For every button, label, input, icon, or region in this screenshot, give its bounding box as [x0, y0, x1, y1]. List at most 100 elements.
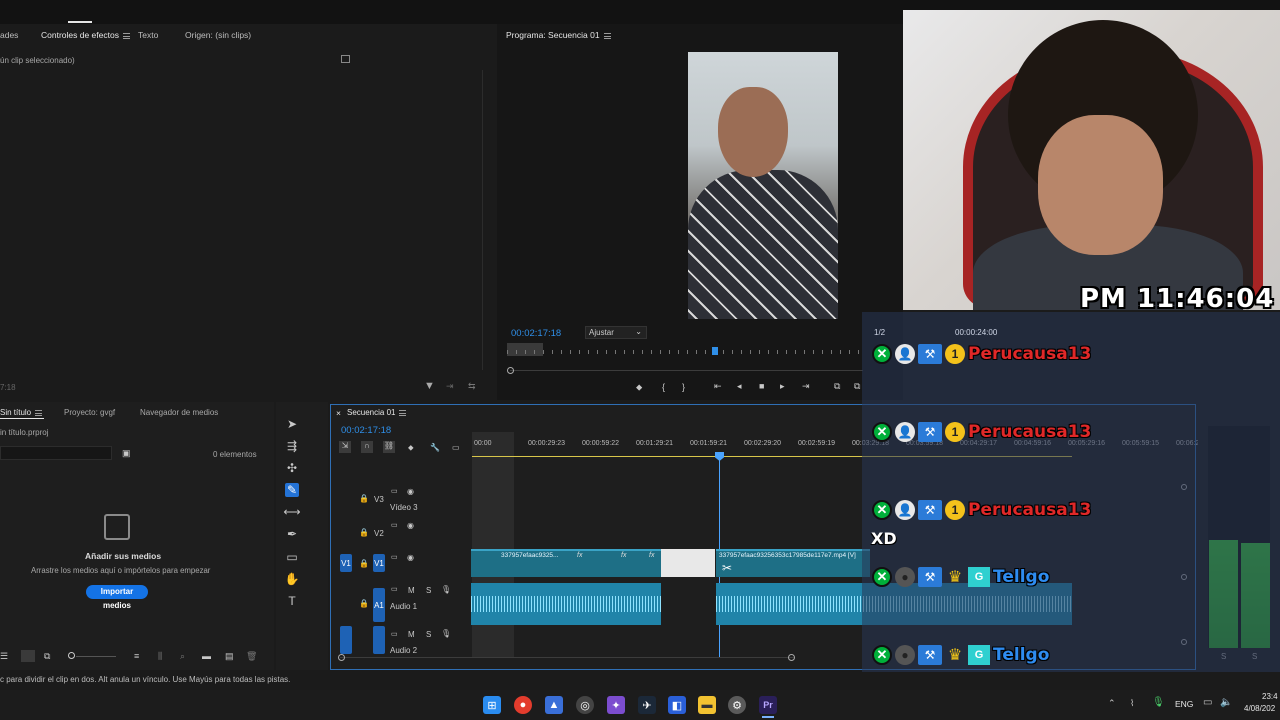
taskbar-date[interactable]: 4/08/202 [1244, 704, 1275, 713]
chrome-icon[interactable]: ● [514, 696, 532, 714]
windows-start-icon[interactable]: ⊞ [483, 696, 501, 714]
lock-icon[interactable]: 🔒 [359, 494, 369, 503]
captions-icon[interactable]: ▭ [452, 443, 460, 452]
selected-gap[interactable] [661, 549, 715, 577]
microphone-icon[interactable]: 🎙 [441, 629, 451, 638]
export-frame-icon[interactable]: ⇥ [446, 381, 454, 392]
track-target-a2[interactable] [373, 626, 385, 654]
snap-icon[interactable]: ∩ [361, 441, 373, 453]
source-patch-a2[interactable] [340, 626, 352, 654]
project-search-input[interactable] [0, 446, 112, 460]
new-item-icon[interactable]: ▤ [225, 651, 234, 662]
source-patch-v1[interactable]: V1 [340, 554, 352, 572]
tab-effect-controls[interactable]: Controles de efectos [41, 30, 130, 40]
pen-tool-icon[interactable]: ✒ [285, 527, 299, 541]
jump-icon[interactable]: ⇆ [468, 381, 476, 392]
timeline-hscroll[interactable] [340, 657, 794, 658]
selection-tool-icon[interactable]: ➤ [285, 417, 299, 431]
panel-menu-icon[interactable] [122, 32, 130, 39]
icon-view-button[interactable] [21, 650, 35, 662]
trash-icon[interactable]: 🗑 [246, 651, 257, 662]
import-media-button[interactable]: Importar medios [86, 585, 148, 610]
nest-icon[interactable]: ⇲ [339, 441, 351, 453]
panel-expand-icon[interactable] [341, 55, 350, 63]
program-timecode[interactable]: 00:02:17:18 [511, 328, 561, 339]
network-icon[interactable]: ▭ [1203, 697, 1212, 708]
sync-lock-icon[interactable]: ▭ [391, 553, 398, 561]
new-bin-icon[interactable]: ▣ [122, 448, 131, 459]
sort-icon[interactable]: ≡ [134, 651, 139, 661]
marker-icon[interactable]: ⬥ [636, 382, 642, 393]
lock-icon[interactable]: 🔒 [359, 599, 369, 608]
filter-icon[interactable]: ▼ [424, 380, 435, 392]
file-explorer-icon[interactable]: ▬ [698, 696, 716, 714]
sequence-menu-icon[interactable] [399, 409, 407, 416]
tab-program[interactable]: Programa: Secuencia 01 [506, 30, 611, 40]
go-to-in-icon[interactable]: ⇤ [714, 381, 722, 392]
lock-icon[interactable]: 🔒 [359, 559, 369, 568]
step-forward-icon[interactable]: ▸ [780, 381, 785, 392]
video-clip-2[interactable]: 337957efaac93256353c17985de117e7.mp4 [V] [716, 549, 870, 577]
freeform-view-icon[interactable]: ⧉ [44, 651, 50, 662]
audio-clip-1[interactable] [471, 583, 661, 625]
track-v2[interactable]: V2 [374, 529, 384, 538]
lift-icon[interactable]: ⧉ [834, 381, 840, 392]
hand-tool-icon[interactable]: ✋ [285, 572, 300, 586]
rectangle-tool-icon[interactable]: ▭ [285, 550, 299, 564]
tab-source[interactable]: Origen: (sin clips) [185, 30, 251, 40]
sync-lock-icon[interactable]: ▭ [391, 585, 398, 593]
timeline-zoom-left[interactable] [338, 654, 345, 661]
program-video-frame[interactable] [688, 52, 838, 319]
add-marker-icon[interactable]: ⬥ [408, 443, 414, 453]
steam-icon[interactable]: ✈ [638, 696, 656, 714]
step-back-icon[interactable]: ◂ [737, 381, 742, 392]
ripple-edit-tool-icon[interactable]: ✣ [285, 461, 299, 475]
microphone-icon[interactable]: 🎙 [441, 585, 451, 594]
volume-icon[interactable]: 🔈 [1220, 697, 1232, 708]
tab-text[interactable]: Texto [138, 30, 158, 40]
program-playhead[interactable] [712, 347, 718, 355]
wifi-off-icon[interactable]: ⌇ [1130, 698, 1134, 709]
taskbar-time[interactable]: 23:4 [1262, 692, 1278, 701]
premiere-pro-icon[interactable]: Pr [759, 696, 777, 714]
settings-icon[interactable]: ⚙ [728, 696, 746, 714]
microphone-icon[interactable]: 🎙 [1152, 697, 1165, 708]
language-indicator[interactable]: ENG [1175, 699, 1193, 709]
sync-lock-icon[interactable]: ▭ [391, 521, 398, 529]
tab-media-browser[interactable]: Navegador de medios [140, 408, 218, 417]
fit-dropdown[interactable]: Ajustar ⌄ [585, 326, 647, 339]
stop-icon[interactable]: ■ [759, 381, 764, 391]
mute-button[interactable]: M [408, 630, 415, 639]
tab-sequence[interactable]: Secuencia 01 [347, 408, 407, 417]
type-tool-icon[interactable]: T [285, 594, 299, 608]
untitled-menu-icon[interactable] [35, 409, 43, 416]
tab-untitled[interactable]: Sin título [0, 408, 43, 417]
app-icon[interactable]: ◧ [668, 696, 686, 714]
photos-icon[interactable]: ▲ [545, 696, 563, 714]
zoom-slider-track[interactable] [76, 656, 116, 657]
timeline-close-icon[interactable]: × [336, 408, 341, 418]
tab-partial[interactable]: ades [0, 30, 18, 40]
program-scrollbar[interactable] [510, 370, 863, 371]
timeline-zoom-right[interactable] [788, 654, 795, 661]
program-menu-icon[interactable] [603, 32, 611, 39]
timeline-settings-icon[interactable]: 🔧 [430, 443, 440, 452]
eye-icon[interactable]: ◉ [407, 553, 414, 562]
extract-icon[interactable]: ⧉ [854, 381, 860, 392]
app-icon[interactable]: ✦ [607, 696, 625, 714]
automate-icon[interactable]: ⫼ [158, 651, 162, 662]
obs-icon[interactable]: ◎ [576, 696, 594, 714]
list-view-icon[interactable]: ☰ [0, 651, 8, 662]
timeline-timecode[interactable]: 00:02:17:18 [341, 425, 391, 436]
solo-button[interactable]: S [426, 630, 431, 639]
sync-lock-icon[interactable]: ▭ [391, 630, 398, 638]
tray-expand-icon[interactable]: ⌃ [1108, 698, 1116, 709]
find-icon[interactable]: ⌕ [180, 651, 185, 662]
eye-icon[interactable]: ◉ [407, 521, 414, 530]
new-bin-folder-icon[interactable]: ▬ [202, 651, 211, 661]
sync-lock-icon[interactable]: ▭ [391, 487, 398, 495]
zoom-handle[interactable] [507, 367, 514, 374]
track-target-v1[interactable]: V1 [373, 554, 385, 572]
slip-tool-icon[interactable]: ⟷ [283, 505, 300, 519]
track-select-tool-icon[interactable]: ⇶ [285, 439, 299, 453]
